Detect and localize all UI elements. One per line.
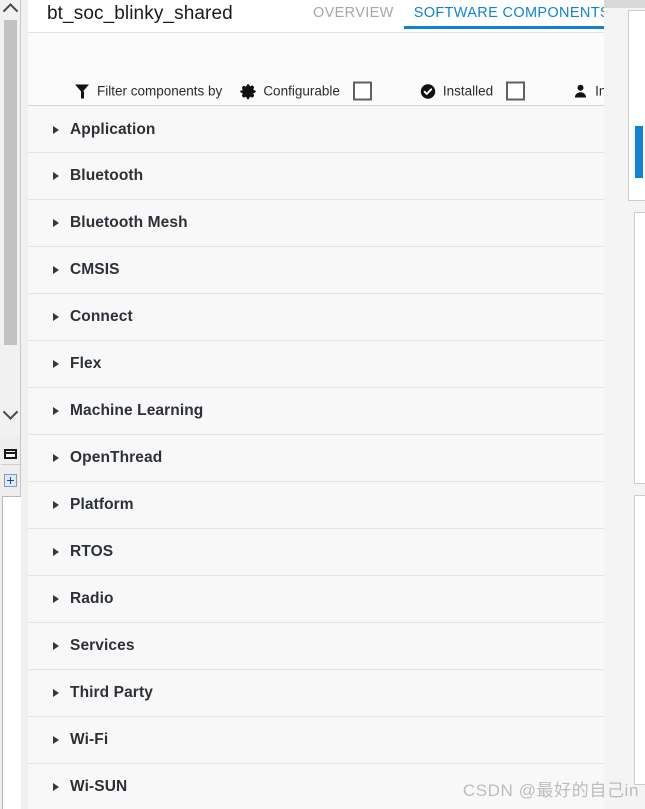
component-list-row[interactable]: Bluetooth: [28, 153, 614, 200]
component-list-row-label: Application: [70, 120, 156, 138]
component-list-row[interactable]: Wi-SUN: [28, 764, 614, 809]
maximize-view-button[interactable]: [1, 469, 20, 491]
component-list-row[interactable]: Radio: [28, 576, 614, 623]
installed-checkbox[interactable]: [506, 81, 526, 101]
configurable-label: Configurable: [263, 83, 340, 99]
expand-arrow-icon[interactable]: [53, 219, 59, 227]
tab-software-components-label: SOFTWARE COMPONENTS: [413, 5, 610, 21]
tab-overview[interactable]: OVERVIEW: [303, 0, 404, 33]
filter-icon: [75, 84, 90, 99]
component-list-row-label: Connect: [70, 308, 133, 325]
right-panel-middle[interactable]: [634, 212, 645, 484]
application-window: bt_soc_blinky_shared OVERVIEW SOFTWARE C…: [0, 0, 645, 809]
expand-arrow-icon[interactable]: [53, 125, 59, 134]
expand-arrow-icon[interactable]: [53, 360, 59, 368]
restore-view-button[interactable]: [1, 443, 20, 465]
expand-arrow-icon[interactable]: [53, 172, 59, 180]
component-list-row-label: Platform: [70, 496, 134, 513]
expand-arrow-icon[interactable]: [53, 736, 59, 744]
expand-arrow-icon[interactable]: [53, 266, 59, 274]
expand-arrow-icon[interactable]: [53, 548, 59, 556]
component-list-row-label: Bluetooth Mesh: [70, 214, 188, 231]
scroll-up-arrow-icon[interactable]: [0, 0, 20, 19]
component-list-row-label: Radio: [70, 590, 114, 607]
component-list-row[interactable]: Flex: [28, 341, 614, 388]
component-list-row[interactable]: Third Party: [28, 670, 614, 717]
left-vertical-scrollbar[interactable]: [0, 0, 21, 437]
editor-header: bt_soc_blinky_shared OVERVIEW SOFTWARE C…: [28, 0, 645, 33]
expand-arrow-icon[interactable]: [53, 501, 59, 509]
component-list-row-label: CMSIS: [70, 261, 120, 278]
component-list-row-label: Wi-SUN: [70, 778, 128, 795]
component-list-row[interactable]: Bluetooth Mesh: [28, 200, 614, 247]
left-scrollbar-thumb[interactable]: [4, 20, 17, 345]
active-tab-underline: [403, 26, 620, 29]
tab-software-components[interactable]: SOFTWARE COMPONENTS: [403, 0, 620, 33]
component-list-row[interactable]: Machine Learning: [28, 388, 614, 435]
expand-arrow-icon[interactable]: [53, 689, 59, 697]
component-list-row-label: Wi-Fi: [70, 731, 109, 748]
panel-gutter: [21, 0, 28, 809]
gear-icon: [240, 83, 257, 99]
component-list-row[interactable]: Connect: [28, 294, 614, 341]
expand-arrow-icon[interactable]: [53, 313, 59, 321]
plus-box-icon: [4, 473, 17, 487]
selection-accent-bar: [635, 126, 643, 178]
right-top-strip: [604, 0, 645, 8]
component-list-row-label: Services: [70, 637, 135, 654]
person-icon: [573, 84, 588, 99]
expand-arrow-icon[interactable]: [53, 407, 59, 415]
tab-bar: OVERVIEW SOFTWARE COMPONENTS: [303, 0, 620, 33]
component-list-row[interactable]: Services: [28, 623, 614, 670]
component-list-row[interactable]: Platform: [28, 482, 614, 529]
component-list-row[interactable]: CMSIS: [28, 247, 614, 294]
component-list-row-label: OpenThread: [70, 449, 163, 466]
tab-overview-label: OVERVIEW: [313, 5, 394, 21]
component-list-row[interactable]: Wi-Fi: [28, 717, 614, 764]
editor-area: bt_soc_blinky_shared OVERVIEW SOFTWARE C…: [28, 0, 645, 809]
scroll-down-arrow-icon[interactable]: [0, 403, 20, 422]
filter-toolbar: Filter components by Configurable Instal…: [28, 33, 645, 106]
filter-components-by-label: Filter components by: [97, 83, 223, 99]
expand-arrow-icon[interactable]: [53, 783, 59, 791]
page-title: bt_soc_blinky_shared: [47, 3, 233, 24]
expand-arrow-icon[interactable]: [53, 595, 59, 603]
expand-arrow-icon[interactable]: [53, 454, 59, 462]
window-icon: [4, 448, 17, 459]
component-list-row[interactable]: Application: [28, 106, 614, 153]
check-circle-icon: [420, 83, 436, 99]
component-list-row-label: RTOS: [70, 543, 114, 560]
component-list-row[interactable]: RTOS: [28, 529, 614, 576]
component-list-row-label: Bluetooth: [70, 167, 144, 184]
left-collapsed-panel: [2, 496, 22, 809]
component-list-row-label: Flex: [70, 355, 102, 372]
component-list-row-label: Third Party: [70, 684, 153, 701]
right-panel-bottom[interactable]: [634, 495, 645, 785]
configurable-filter-group[interactable]: Configurable: [240, 83, 340, 99]
installed-label: Installed: [442, 83, 494, 99]
configurable-checkbox[interactable]: [352, 81, 372, 101]
expand-arrow-icon[interactable]: [53, 642, 59, 650]
right-panel-area: [604, 0, 645, 809]
component-list-row[interactable]: OpenThread: [28, 435, 614, 482]
component-list-row-label: Machine Learning: [70, 402, 204, 419]
component-list-container: Application Bluetooth Bluetooth Mesh CMSIS C…: [28, 106, 645, 809]
filter-components-by-group: Filter components by: [75, 84, 222, 99]
installed-filter-group[interactable]: Installed: [420, 83, 493, 99]
component-list: Application Bluetooth Bluetooth Mesh CMSIS C…: [28, 106, 614, 809]
